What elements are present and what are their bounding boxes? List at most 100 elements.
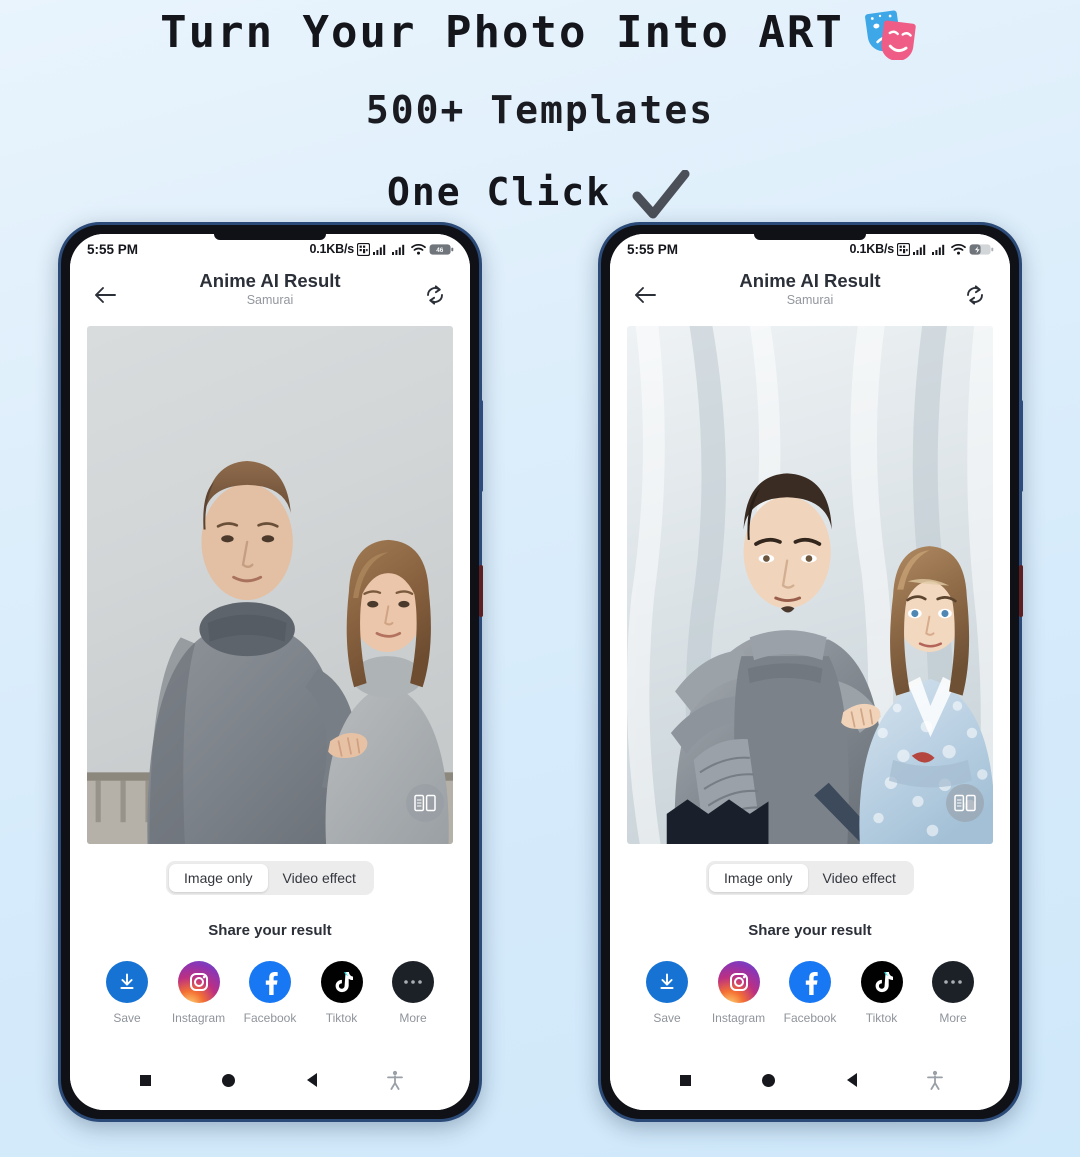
share-option-save[interactable]: Save [94, 961, 160, 1025]
accessibility-icon[interactable] [922, 1067, 948, 1093]
share-heading: Share your result [748, 922, 872, 940]
battery-icon [969, 243, 994, 256]
signal-bars-icon [373, 243, 389, 255]
page-subtitle: Samurai [786, 293, 834, 307]
share-label-save: Save [113, 1011, 141, 1026]
page-title: Anime AI Result [199, 270, 341, 291]
share-option-facebook[interactable]: Facebook [237, 961, 303, 1025]
share-label-facebook: Facebook [243, 1011, 297, 1026]
recents-square-icon[interactable] [133, 1067, 159, 1093]
anime-result-photo[interactable] [627, 326, 993, 845]
wifi-icon [951, 243, 966, 255]
phone-notch [214, 234, 326, 240]
refresh-icon[interactable] [958, 278, 992, 312]
share-label-tiktok: Tiktok [865, 1011, 898, 1026]
share-option-tiktok[interactable]: Tiktok [309, 961, 375, 1025]
accessibility-icon[interactable] [382, 1067, 408, 1093]
back-arrow-icon[interactable] [628, 278, 662, 312]
share-label-facebook: Facebook [783, 1011, 837, 1026]
promo-headline-2: 500+ Templates [0, 88, 1080, 132]
segmented-control: Image only Video effect [706, 861, 914, 896]
image-stage-original [70, 326, 470, 845]
image-stage-anime [610, 326, 1010, 845]
network-speed-text: 0.1KB/s [309, 242, 355, 256]
promo-headline-3-text: One Click [387, 170, 611, 214]
wifi-icon [411, 243, 426, 255]
android-nav-bar [610, 1056, 1010, 1110]
refresh-icon[interactable] [418, 278, 452, 312]
svg-text:46: 46 [436, 247, 444, 254]
share-option-more[interactable]: More [380, 961, 446, 1025]
share-label-instagram: Instagram [171, 1011, 226, 1026]
share-heading: Share your result [208, 922, 332, 940]
recents-square-icon[interactable] [673, 1067, 699, 1093]
page-subtitle: Samurai [246, 293, 294, 307]
phone-screen-anime: 5:55 PM 0.1KB/s Anime AI Result Samurai … [610, 234, 1010, 1110]
compare-split-icon[interactable] [406, 784, 444, 823]
phone-notch [754, 234, 866, 240]
status-indicators: 0.1KB/s [850, 242, 994, 256]
phone-screen-original: 5:55 PM 0.1KB/s 46 Anime AI Result Samur… [70, 234, 470, 1110]
sim-card-icon [357, 242, 370, 256]
share-label-more: More [399, 1011, 427, 1026]
tab-image-only[interactable]: Image only [709, 864, 808, 893]
phone-mockup-original: 5:55 PM 0.1KB/s 46 Anime AI Result Samur… [58, 222, 483, 1122]
promo-headline-1: Turn Your Photo Into ART [0, 6, 1080, 61]
share-row: Save Instagram Facebook Tiktok More [610, 961, 1010, 1025]
share-option-save[interactable]: Save [634, 961, 700, 1025]
share-option-instagram[interactable]: Instagram [706, 961, 772, 1025]
power-button-right-phone[interactable] [1019, 565, 1023, 617]
download-icon [646, 961, 688, 1004]
instagram-icon [177, 961, 220, 1004]
signal-bars-icon [932, 243, 948, 255]
home-circle-icon[interactable] [756, 1067, 782, 1093]
theatre-masks-icon [860, 8, 920, 61]
promo-header: Turn Your Photo Into ART 500+ Templates … [0, 0, 1080, 219]
share-label-more: More [939, 1011, 967, 1026]
result-mode-toggle: Image only Video effect [610, 844, 1010, 913]
power-button-left-phone[interactable] [479, 565, 483, 617]
tab-video-effect[interactable]: Video effect [268, 864, 371, 892]
share-option-more[interactable]: More [920, 961, 986, 1025]
original-photo[interactable] [87, 326, 453, 845]
tiktok-icon [320, 961, 363, 1004]
back-triangle-icon[interactable] [839, 1067, 865, 1093]
more-dots-icon [392, 961, 434, 1004]
segmented-control: Image only Video effect [166, 861, 374, 896]
promo-headline-1-text: Turn Your Photo Into ART [160, 6, 844, 58]
status-time: 5:55 PM [627, 241, 679, 257]
status-time: 5:55 PM [87, 241, 139, 257]
volume-button-left-phone[interactable] [479, 400, 483, 492]
volume-button-right-phone[interactable] [1019, 400, 1023, 492]
share-option-facebook[interactable]: Facebook [777, 961, 843, 1025]
battery-icon: 46 [429, 243, 454, 256]
instagram-icon [717, 961, 760, 1004]
page-title: Anime AI Result [739, 270, 881, 291]
share-label-tiktok: Tiktok [325, 1011, 358, 1026]
signal-bars-icon [392, 243, 408, 255]
promo-headline-2-text: 500+ Templates [365, 88, 715, 132]
share-row: Save Instagram Facebook Tiktok More [70, 961, 470, 1025]
back-arrow-icon[interactable] [88, 278, 122, 312]
tab-video-effect[interactable]: Video effect [808, 864, 911, 892]
result-mode-toggle: Image only Video effect [70, 844, 470, 913]
share-option-tiktok[interactable]: Tiktok [849, 961, 915, 1025]
network-speed-text: 0.1KB/s [849, 242, 895, 256]
tab-image-only[interactable]: Image only [169, 864, 268, 893]
share-label-instagram: Instagram [711, 1011, 766, 1026]
share-section: Share your result Save Instagram Faceboo… [70, 912, 470, 1056]
download-icon [106, 961, 148, 1004]
app-bar: Anime AI Result Samurai [610, 264, 1010, 326]
compare-split-icon[interactable] [946, 784, 984, 823]
promo-headline-3: One Click [0, 166, 1080, 219]
checkmark-icon [631, 169, 693, 222]
share-option-instagram[interactable]: Instagram [166, 961, 232, 1025]
signal-bars-icon [913, 243, 929, 255]
back-triangle-icon[interactable] [299, 1067, 325, 1093]
phone-mockup-anime: 5:55 PM 0.1KB/s Anime AI Result Samurai … [598, 222, 1023, 1122]
home-circle-icon[interactable] [216, 1067, 242, 1093]
status-indicators: 0.1KB/s [310, 242, 454, 256]
app-bar-titles: Anime AI Result Samurai [610, 270, 1010, 309]
facebook-icon [249, 961, 291, 1004]
more-dots-icon [932, 961, 974, 1004]
